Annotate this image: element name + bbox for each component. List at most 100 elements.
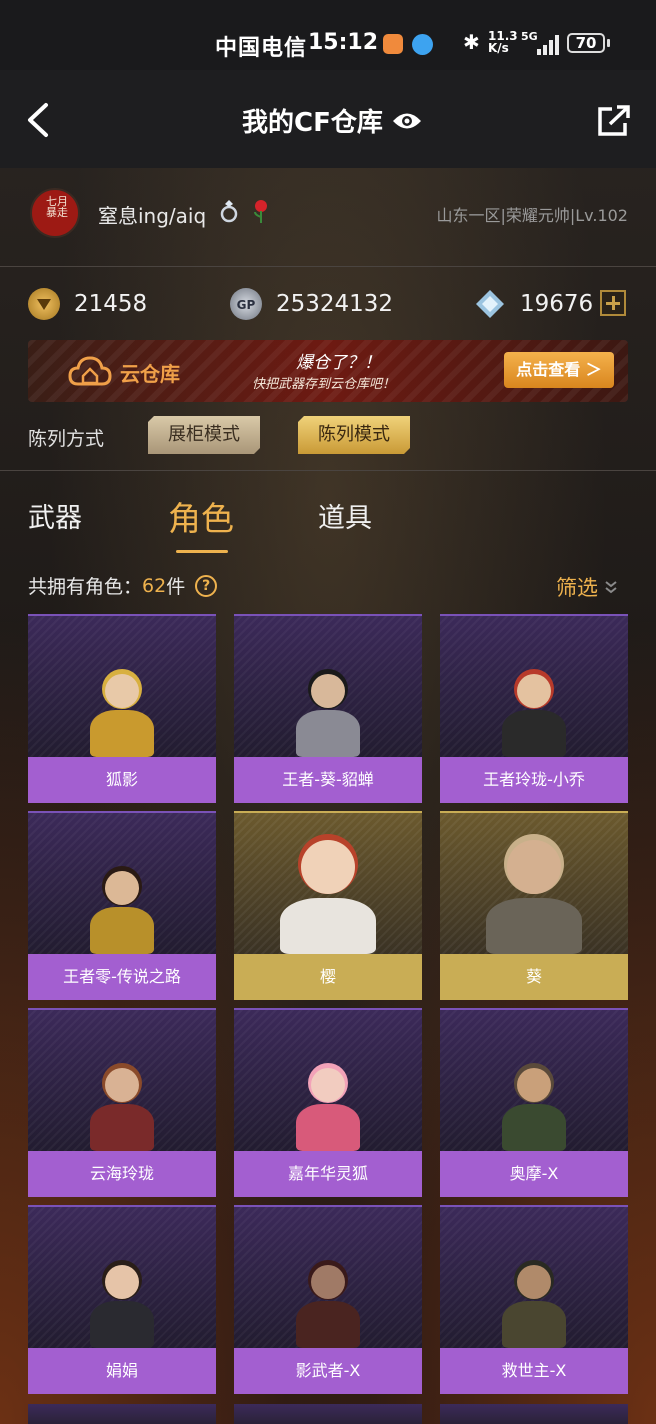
tab-weapons[interactable]: 武器 <box>28 496 82 535</box>
filter-button[interactable]: 筛选 <box>556 572 618 602</box>
avatar[interactable]: 七月暴走 <box>30 188 80 238</box>
character-name: 奥摩-X <box>440 1151 628 1197</box>
character-portrait <box>440 614 628 757</box>
character-portrait <box>28 1205 216 1348</box>
diamond-icon <box>474 288 506 320</box>
character-name: 樱 <box>234 954 422 1000</box>
cf-coin-value: 21458 <box>74 291 148 317</box>
view-cloud-button[interactable]: 点击查看 ＞ <box>504 352 614 388</box>
bluetooth-icon: ✱ <box>463 30 480 54</box>
cloud-slogan-main: 爆仓了？！ <box>296 353 381 373</box>
character-portrait <box>28 811 216 954</box>
chevron-down-icon <box>605 581 617 594</box>
diamond-value: 19676 <box>520 291 594 317</box>
page-title-group: 我的CF仓库 <box>242 102 423 139</box>
character-card[interactable]: 王者玲珑-小乔 <box>440 614 628 803</box>
cloud-house-icon <box>68 356 112 386</box>
character-card[interactable]: 狐影 <box>28 614 216 803</box>
cf-coin-icon <box>28 288 60 320</box>
character-card[interactable]: 王者-葵-貂蝉 <box>234 614 422 803</box>
filter-label: 筛选 <box>556 576 598 600</box>
battery-tip <box>607 39 610 47</box>
character-name: 娟娟 <box>28 1348 216 1394</box>
character-card[interactable]: 影武者-X <box>234 1205 422 1394</box>
signal-icon <box>537 35 559 55</box>
character-portrait <box>234 1008 422 1151</box>
character-portrait <box>234 811 422 954</box>
cf-coin-balance: 21458 <box>28 288 147 320</box>
showcase-mode-button[interactable]: 展柜模式 <box>148 416 260 454</box>
active-tab-indicator <box>176 550 228 553</box>
character-name: 王者零-传说之路 <box>28 954 216 1000</box>
display-mode-label: 陈列方式 <box>28 428 105 450</box>
character-name: 影武者-X <box>234 1348 422 1394</box>
character-figure <box>82 1238 162 1348</box>
character-name: 葵 <box>440 954 628 1000</box>
character-portrait <box>440 1008 628 1151</box>
character-name: 嘉年华灵狐 <box>234 1151 422 1197</box>
battery-icon: 70 <box>567 33 605 53</box>
character-portrait <box>440 811 628 954</box>
gp-balance: GP 25324132 <box>230 288 393 320</box>
avatar-text: 七月暴走 <box>46 195 68 219</box>
battery-level: 70 <box>575 34 597 52</box>
character-card-partial[interactable] <box>440 1404 628 1424</box>
character-portrait <box>234 1205 422 1348</box>
character-figure <box>82 844 162 954</box>
character-figure <box>474 826 594 954</box>
character-card-partial[interactable] <box>28 1404 216 1424</box>
clock: 15:12 <box>308 30 379 55</box>
character-name: 王者玲珑-小乔 <box>440 757 628 803</box>
net-speed: 11.3 K/s <box>488 30 518 54</box>
character-name: 王者-葵-貂蝉 <box>234 757 422 803</box>
carrier-label: 中国电信 <box>215 36 308 61</box>
character-portrait <box>28 1008 216 1151</box>
count-number: 62 <box>142 574 167 597</box>
tab-items[interactable]: 道具 <box>318 496 372 535</box>
ring-icon <box>220 200 238 223</box>
character-figure <box>268 826 388 954</box>
tab-characters[interactable]: 角色 <box>168 492 234 540</box>
cloud-warehouse-banner[interactable]: 云仓库 爆仓了？！ 快把武器存到云仓库吧！ 点击查看 ＞ <box>28 340 628 402</box>
back-arrow-icon[interactable] <box>24 102 56 138</box>
character-figure <box>82 1041 162 1151</box>
svg-text:GP: GP <box>237 298 256 312</box>
status-bar: 中国电信 15:12 ✱ 11.3 K/s 5G 70 <box>0 0 656 70</box>
count-suffix: 件 <box>166 576 186 598</box>
share-icon[interactable] <box>596 104 632 138</box>
list-mode-button[interactable]: 陈列模式 <box>298 416 410 454</box>
character-figure <box>494 1238 574 1348</box>
cloud-slogan-sub: 快把武器存到云仓库吧！ <box>252 377 396 392</box>
character-card[interactable]: 王者零-传说之路 <box>28 811 216 1000</box>
character-name: 云海玲珑 <box>28 1151 216 1197</box>
gp-icon: GP <box>230 288 262 320</box>
add-currency-button[interactable] <box>600 290 626 316</box>
character-portrait <box>440 1205 628 1348</box>
diamond-balance: 19676 <box>474 288 593 320</box>
character-figure <box>288 1041 368 1151</box>
server-rank-info: 山东一区|荣耀元帅|Lv.102 <box>436 206 628 225</box>
character-figure <box>494 647 574 757</box>
notification-browser-icon <box>412 34 433 55</box>
username: 窒息ing/aiq <box>98 204 207 228</box>
character-card[interactable]: 救世主-X <box>440 1205 628 1394</box>
divider <box>0 266 656 267</box>
help-icon[interactable]: ? <box>195 574 218 597</box>
character-figure <box>494 1041 574 1151</box>
character-figure <box>288 1238 368 1348</box>
nav-bar: 我的CF仓库 <box>0 70 656 168</box>
character-card[interactable]: 娟娟 <box>28 1205 216 1394</box>
eye-icon[interactable] <box>391 110 423 132</box>
character-card[interactable]: 樱 <box>234 811 422 1000</box>
character-card[interactable]: 云海玲珑 <box>28 1008 216 1197</box>
character-portrait <box>28 614 216 757</box>
character-card[interactable]: 嘉年华灵狐 <box>234 1008 422 1197</box>
character-card[interactable]: 葵 <box>440 811 628 1000</box>
character-figure <box>82 647 162 757</box>
character-portrait <box>234 614 422 757</box>
divider <box>0 470 656 471</box>
net-speed-unit: K/s <box>488 41 509 55</box>
character-name: 狐影 <box>28 757 216 803</box>
character-card-partial[interactable] <box>234 1404 422 1424</box>
character-card[interactable]: 奥摩-X <box>440 1008 628 1197</box>
